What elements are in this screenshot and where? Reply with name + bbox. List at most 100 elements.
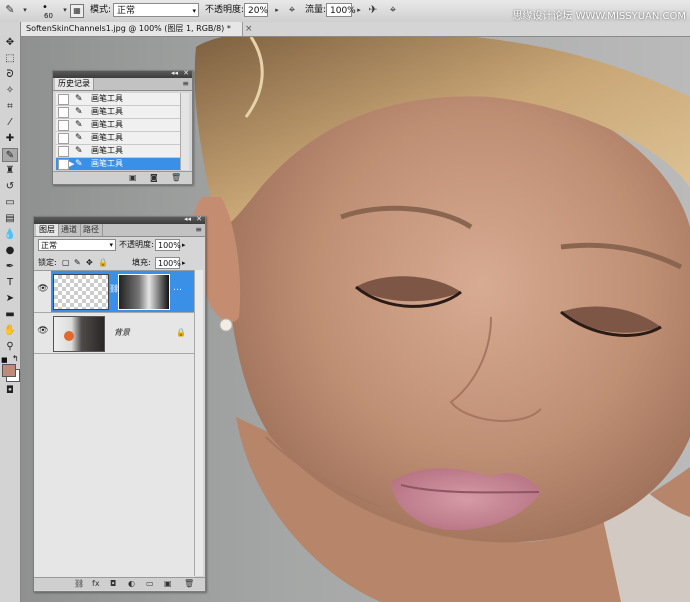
history-item[interactable]: ✎ 画笔工具 <box>56 106 182 119</box>
clone-stamp-tool-icon[interactable]: ♜ <box>2 164 18 178</box>
shape-tool-icon[interactable]: ▬ <box>2 308 18 322</box>
eyedropper-tool-icon[interactable]: ⁄ <box>2 116 18 130</box>
history-source-checkbox[interactable] <box>58 133 69 144</box>
panel-menu-icon[interactable]: ≡ <box>182 78 189 90</box>
background-layer-thumbnail[interactable] <box>53 316 105 352</box>
history-state-marker-icon: ▶ <box>69 160 75 168</box>
layer-row-selected[interactable]: 👁 ⛓ … <box>34 271 195 313</box>
history-item-label: 画笔工具 <box>91 107 123 116</box>
opacity-slider-icon[interactable]: ▸ <box>182 239 186 251</box>
brush-tool-icon[interactable]: ✎ <box>2 148 18 162</box>
layer-opacity-input[interactable]: 100% <box>155 239 181 251</box>
lock-transparent-icon[interactable]: ▢ <box>62 257 70 269</box>
bouquet-thumb <box>64 331 74 341</box>
history-brush-tool-icon[interactable]: ↺ <box>2 180 18 194</box>
quick-select-tool-icon[interactable]: ✧ <box>2 84 18 98</box>
blur-tool-icon[interactable]: 💧 <box>2 228 18 242</box>
new-group-icon[interactable]: ▭ <box>146 578 154 590</box>
marquee-tool-icon[interactable]: ⬚ <box>2 52 18 66</box>
add-mask-icon[interactable]: ◘ <box>110 578 116 590</box>
close-panel-icon[interactable]: ✕ <box>183 69 189 77</box>
history-item-label: 画笔工具 <box>91 159 123 168</box>
adjustment-layer-icon[interactable]: ◐ <box>128 578 135 590</box>
quick-mask-icon[interactable]: ◘ <box>2 384 18 398</box>
delete-layer-icon[interactable]: 🗑 <box>184 578 194 590</box>
opacity-label: 不透明度: <box>119 240 154 249</box>
panel-menu-icon[interactable]: ≡ <box>195 224 202 236</box>
opacity-input[interactable]: 20% <box>244 3 268 17</box>
dodge-tool-icon[interactable]: ● <box>2 244 18 258</box>
history-source-checkbox[interactable] <box>58 159 69 170</box>
layer-thumbnail-transparent[interactable] <box>53 274 109 310</box>
pressure-size-icon[interactable]: ⌖ <box>386 3 400 17</box>
layers-footer: ⛓ fx ◘ ◐ ▭ ▣ 🗑 <box>34 577 205 590</box>
flow-input[interactable]: 100% <box>326 3 356 17</box>
new-layer-icon[interactable]: ▣ <box>164 578 172 590</box>
zoom-tool-icon[interactable]: ⚲ <box>2 340 18 354</box>
document-tab[interactable]: SoftenSkinChannels1.jpg @ 100% (图层 1, RG… <box>21 22 243 36</box>
history-item[interactable]: ✎ 画笔工具 <box>56 93 182 106</box>
mode-select[interactable]: 正常 ▾ <box>113 3 199 17</box>
history-scrollbar[interactable] <box>180 93 189 170</box>
lock-image-icon[interactable]: ✎ <box>74 257 81 269</box>
crop-tool-icon[interactable]: ⌗ <box>2 100 18 114</box>
lasso-tool-icon[interactable]: ᘐ <box>2 68 18 82</box>
fill-input[interactable]: 100% <box>155 257 181 269</box>
airbrush-icon[interactable]: ✈ <box>366 3 380 17</box>
layer-name[interactable]: 背景 <box>114 327 130 339</box>
foreground-color-swatch[interactable] <box>2 364 16 377</box>
brush-tool-icon[interactable]: ✎ <box>3 3 17 17</box>
tab-history[interactable]: 历史记录 <box>55 78 94 90</box>
close-tab-icon[interactable]: × <box>245 22 253 36</box>
history-source-checkbox[interactable] <box>58 120 69 131</box>
history-source-checkbox[interactable] <box>58 94 69 105</box>
link-layers-icon[interactable]: ⛓ <box>74 578 84 590</box>
flow-slider-icon[interactable]: ▸ <box>352 3 366 17</box>
pen-tool-icon[interactable]: ✒ <box>2 260 18 274</box>
path-select-tool-icon[interactable]: ➤ <box>2 292 18 306</box>
mode-label: 模式: <box>90 5 112 15</box>
collapse-icon[interactable]: ◂◂ <box>184 215 191 223</box>
layer-mask-thumbnail[interactable] <box>118 274 170 310</box>
history-source-checkbox[interactable] <box>58 107 69 118</box>
history-item-label: 画笔工具 <box>91 94 123 103</box>
swap-colors-icon[interactable]: ↰ <box>12 354 19 363</box>
tool-preset-dropdown-icon[interactable]: ▾ <box>18 3 32 17</box>
tab-channels[interactable]: 通道 <box>58 224 81 236</box>
brush-icon: ✎ <box>75 107 83 117</box>
visibility-eye-icon[interactable]: 👁 <box>37 325 49 337</box>
tab-paths[interactable]: 路径 <box>80 224 103 236</box>
opacity-slider-icon[interactable]: ▸ <box>270 3 284 17</box>
layer-row-background[interactable]: 👁 背景 🔒 <box>34 313 195 354</box>
eraser-tool-icon[interactable]: ▭ <box>2 196 18 210</box>
history-item[interactable]: ✎ 画笔工具 <box>56 145 182 158</box>
new-document-from-state-icon[interactable]: ▣ <box>129 172 137 184</box>
delete-state-icon[interactable]: 🗑 <box>171 172 181 184</box>
lock-position-icon[interactable]: ✥ <box>86 257 93 269</box>
history-item[interactable]: ✎ 画笔工具 <box>56 119 182 132</box>
hand-tool-icon[interactable]: ✋ <box>2 324 18 338</box>
layers-panel: ◂◂ ✕ 图层 通道 路径 ≡ 正常 ▾ 不透明度: 100% ▸ 锁定: ▢ … <box>33 215 206 592</box>
blend-mode-select[interactable]: 正常 ▾ <box>38 239 116 251</box>
type-tool-icon[interactable]: T <box>2 276 18 290</box>
history-item[interactable]: ✎ 画笔工具 <box>56 132 182 145</box>
brush-panel-toggle-icon[interactable]: ▦ <box>70 4 84 18</box>
lock-all-icon[interactable]: 🔒 <box>98 257 108 269</box>
close-panel-icon[interactable]: ✕ <box>196 215 202 223</box>
history-panel-titlebar[interactable]: ◂◂ ✕ <box>53 69 192 78</box>
visibility-eye-icon[interactable]: 👁 <box>37 283 49 295</box>
history-item-current[interactable]: ▶ ✎ 画笔工具 <box>56 158 182 171</box>
collapse-icon[interactable]: ◂◂ <box>171 69 178 77</box>
default-colors-icon[interactable]: ■ <box>1 356 8 364</box>
fill-slider-icon[interactable]: ▸ <box>182 257 186 269</box>
healing-brush-tool-icon[interactable]: ✚ <box>2 132 18 146</box>
new-snapshot-icon[interactable]: ◙ <box>150 172 158 184</box>
layer-style-icon[interactable]: fx <box>92 578 100 590</box>
move-tool-icon[interactable]: ✥ <box>2 36 18 50</box>
layers-panel-titlebar[interactable]: ◂◂ ✕ <box>34 215 205 224</box>
pressure-opacity-icon[interactable]: ⌖ <box>285 3 299 17</box>
tab-layers[interactable]: 图层 <box>36 224 59 236</box>
history-source-checkbox[interactable] <box>58 146 69 157</box>
layers-scrollbar[interactable] <box>194 270 203 576</box>
gradient-tool-icon[interactable]: ▤ <box>2 212 18 226</box>
